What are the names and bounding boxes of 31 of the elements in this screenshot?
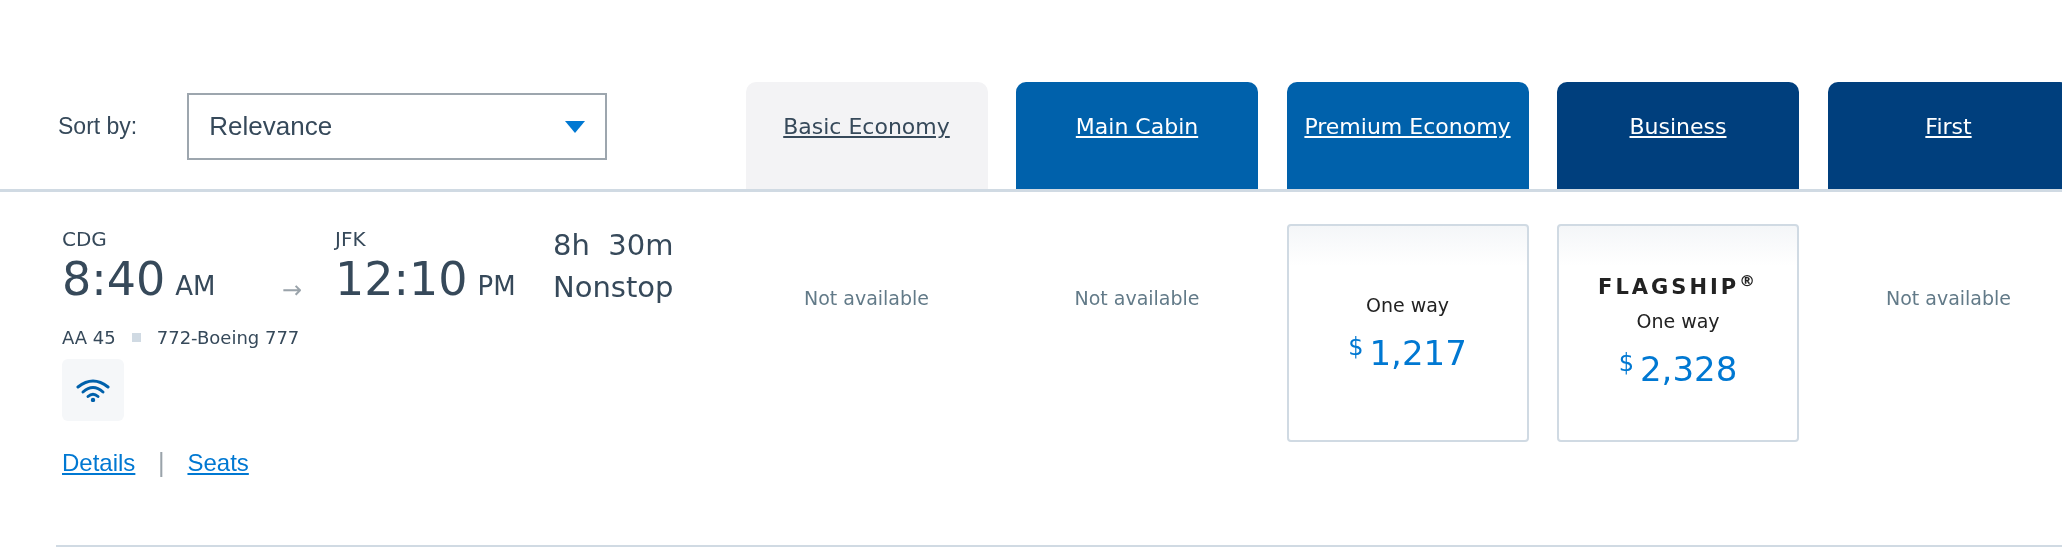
trip-type: One way xyxy=(1365,293,1450,319)
cabin-tab[interactable]: Basic Economy xyxy=(745,82,988,189)
sort-dropdown[interactable]: Relevance xyxy=(187,93,608,160)
trip-type: One way xyxy=(1636,309,1720,334)
cabin-tab[interactable]: Main Cabin xyxy=(1016,82,1258,189)
unavailable-text: Not available xyxy=(802,286,931,311)
price-text: $^{$}$ 2,328 xyxy=(1618,347,1738,391)
airport-code: JFK xyxy=(335,226,367,253)
arrow-icon: → xyxy=(282,272,335,309)
details-link[interactable]: Details xyxy=(62,445,136,482)
unavailable-text: Not available xyxy=(1073,286,1201,311)
cabin-tab[interactable]: Business xyxy=(1557,82,1799,189)
wifi-icon xyxy=(76,378,110,403)
airport-code: CDG xyxy=(62,226,108,253)
caret-icon xyxy=(565,120,586,133)
flight-number: AA 45 xyxy=(62,326,116,351)
sort-label: Sort by: xyxy=(58,112,138,141)
cabin-tab[interactable]: Premium Economy xyxy=(1286,82,1529,189)
time-text: 12:10 PM xyxy=(335,254,517,305)
stops-text: Nonstop xyxy=(553,269,674,307)
unavailable-text: Not available xyxy=(1884,286,2013,311)
price-text: $^{$}$ 1,217 xyxy=(1348,331,1467,375)
fare-card[interactable]: FLAGSHIP$^{®}$ One way $^{$}$ 2,328 xyxy=(1557,224,1799,442)
seats-link[interactable]: Seats xyxy=(187,445,249,482)
link-separator: | xyxy=(157,448,166,480)
aircraft-text: 772-Boeing 777 xyxy=(156,326,300,351)
brand-text: FLAGSHIP$^{®}$ xyxy=(1598,271,1758,301)
fare-card[interactable]: One way $^{$}$ 1,217 xyxy=(1286,224,1529,442)
cabin-tab[interactable]: First xyxy=(1827,82,2062,189)
duration-text: 8h 30m xyxy=(553,227,674,264)
time-text: 8:40 AM xyxy=(62,254,217,305)
